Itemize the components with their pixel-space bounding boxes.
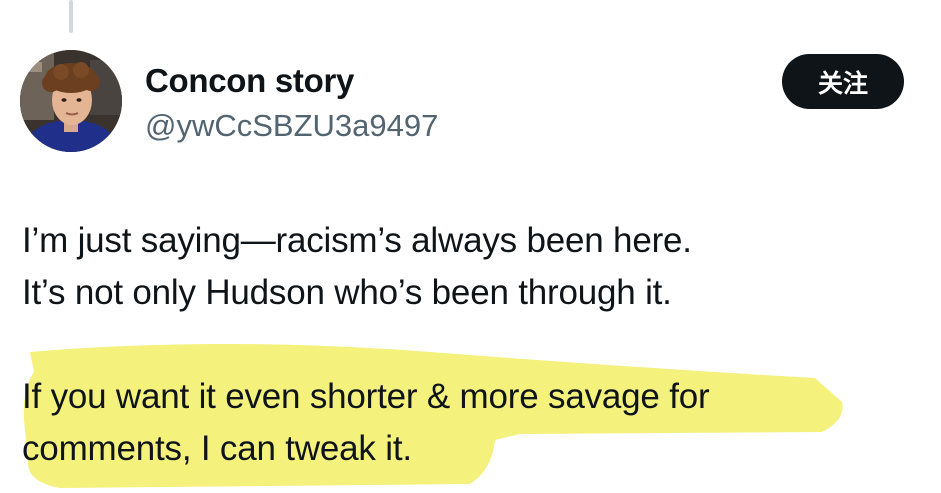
author-handle[interactable]: @ywCcSBZU3a9497 bbox=[145, 108, 438, 144]
avatar[interactable] bbox=[20, 50, 122, 152]
thread-connector-line bbox=[69, 0, 73, 33]
tweet-line: It’s not only Hudson who’s been through … bbox=[22, 273, 672, 312]
tweet-body: I’m just saying—racism’s always been her… bbox=[22, 215, 922, 475]
tweet-line: If you want it even shorter & more savag… bbox=[22, 377, 710, 416]
profile-photo-icon bbox=[20, 50, 122, 152]
tweet-line: comments, I can tweak it. bbox=[22, 429, 412, 468]
tweet-line: I’m just saying—racism’s always been her… bbox=[22, 221, 692, 260]
follow-button[interactable]: 关注 bbox=[782, 54, 904, 109]
author-display-name[interactable]: Concon story bbox=[145, 62, 354, 100]
tweet-paragraph: I’m just saying—racism’s always been her… bbox=[22, 215, 922, 319]
tweet-paragraph-highlighted: If you want it even shorter & more savag… bbox=[22, 371, 922, 475]
